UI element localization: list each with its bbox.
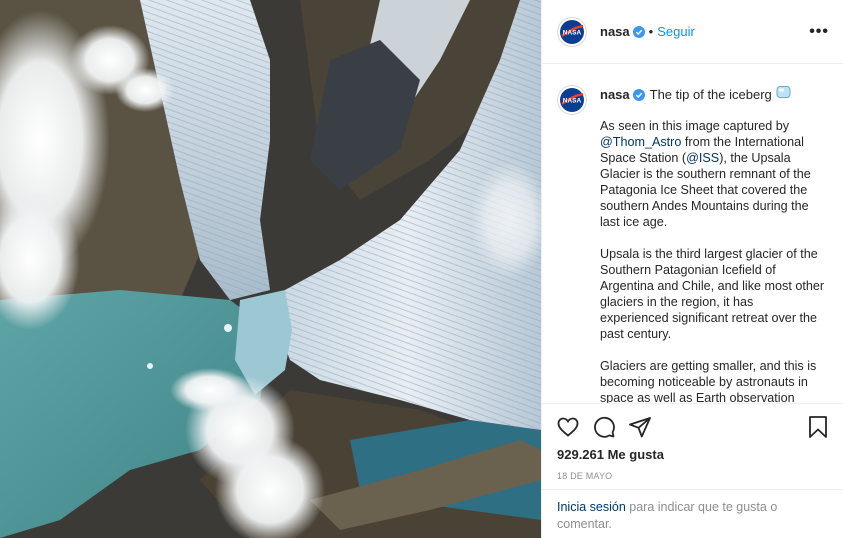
login-link[interactable]: Inicia sesión: [557, 500, 626, 514]
action-bar: [542, 404, 843, 450]
header-username[interactable]: nasa: [600, 24, 630, 39]
login-prompt: Inicia sesión para indicar que te gusta …: [542, 489, 843, 533]
post-header: NASA nasa • Seguir •••: [542, 0, 843, 64]
verified-badge-icon: [632, 88, 645, 101]
bookmark-icon[interactable]: [807, 415, 829, 439]
post-date[interactable]: 18 DE MAYO: [542, 471, 843, 481]
avatar[interactable]: NASA: [557, 16, 587, 47]
comment-icon[interactable]: [592, 415, 616, 439]
verified-badge-icon: [632, 25, 645, 38]
nasa-logo-icon: NASA: [560, 88, 584, 112]
post-sidebar: NASA nasa • Seguir ••• NASA nasa The tip…: [541, 0, 843, 538]
caption-paragraph-2: Upsala is the third largest glacier of t…: [600, 247, 825, 341]
svg-text:NASA: NASA: [563, 29, 582, 36]
caption-head: nasa The tip of the iceberg: [600, 85, 825, 104]
svg-text:NASA: NASA: [563, 98, 582, 105]
heart-icon[interactable]: [556, 415, 580, 439]
mention-link[interactable]: @Thom_Astro: [600, 135, 681, 149]
caption-text: As seen in this image captured by: [600, 119, 790, 133]
nasa-logo-icon: NASA: [560, 19, 584, 44]
more-options-icon[interactable]: •••: [809, 23, 829, 41]
caption-title: The tip of the iceberg: [649, 86, 772, 102]
glacier-satellite-photo: [0, 0, 541, 538]
follow-button[interactable]: Seguir: [657, 24, 695, 39]
post-image[interactable]: [0, 0, 541, 538]
ice-cube-icon: [776, 85, 791, 104]
share-icon[interactable]: [628, 415, 652, 439]
caption-area: NASA nasa The tip of the iceberg As seen…: [542, 65, 843, 403]
mention-link[interactable]: @ISS: [686, 151, 719, 165]
caption-username[interactable]: nasa: [600, 86, 630, 104]
caption-paragraph-3: Glaciers are getting smaller, and this i…: [600, 359, 817, 403]
likes-count[interactable]: 929.261 Me gusta: [542, 447, 843, 462]
caption-avatar[interactable]: NASA: [557, 85, 587, 115]
post-actions: 929.261 Me gusta 18 DE MAYO: [542, 403, 843, 481]
caption-body: nasa The tip of the iceberg As seen in t…: [600, 85, 825, 403]
separator-dot: •: [648, 24, 654, 39]
caption-paragraph-1: As seen in this image captured by @Thom_…: [600, 118, 825, 230]
caption: NASA nasa The tip of the iceberg As seen…: [557, 85, 825, 403]
